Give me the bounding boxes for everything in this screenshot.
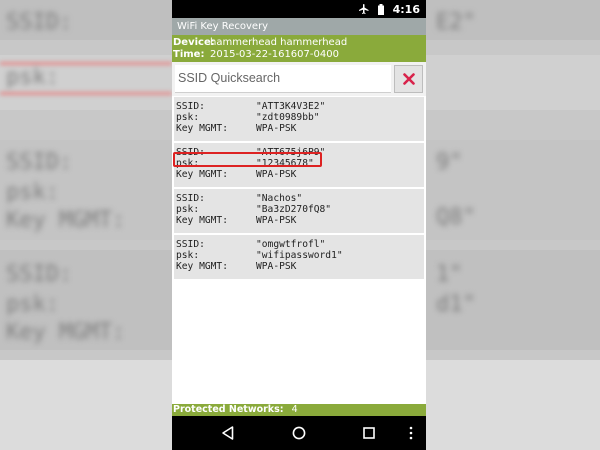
time-value: 2015-03-22-161607-0400 [210,49,339,60]
footer-label: Protected Networks: [173,404,284,415]
airplane-icon [358,4,369,14]
navigation-bar [172,416,426,450]
phone-screen: 4:16 WiFi Key Recovery Device: hammerhea… [172,0,426,450]
network-item[interactable]: SSID: "ATT675j6P9" psk: "12345678" Key MGM… [173,143,424,187]
psk-value: "wifipassword1" [256,250,343,261]
device-info-panel: Device: hammerhead hammerhead Time: 2015… [172,35,426,62]
key-mgmt-label: Key MGMT: [176,169,228,180]
ssid-label: SSID: [176,193,205,204]
ssid-label: SSID: [176,239,205,250]
key-mgmt-label: Key MGMT: [176,215,228,226]
overflow-menu-icon[interactable] [406,425,416,441]
psk-label: psk: [176,250,200,261]
device-label: Device: [173,37,215,48]
recents-icon[interactable] [361,425,377,441]
time-label: Time: [173,49,205,60]
key-mgmt-value: WPA-PSK [256,169,297,180]
app-title: WiFi Key Recovery [177,21,269,32]
psk-value: "Ba3zD270fQ8" [256,204,332,215]
psk-label: psk: [176,204,200,215]
home-icon[interactable] [291,425,307,441]
ssid-label: SSID: [176,101,205,112]
status-time: 4:16 [392,2,420,16]
close-icon [402,73,415,85]
device-value: hammerhead hammerhead [210,37,348,48]
network-item[interactable]: SSID: "Nachos" psk: "Ba3zD270fQ8" Key MGMT… [174,189,424,233]
key-mgmt-label: Key MGMT: [176,123,228,134]
ssid-search-input[interactable]: SSID Quicksearch [175,65,391,93]
key-mgmt-value: WPA-PSK [256,215,297,226]
network-item[interactable]: SSID: "ATT3K4V3E2" psk: "zdt0989bb" Key MG… [174,97,424,141]
search-bar: SSID Quicksearch [172,62,426,96]
back-icon[interactable] [220,425,236,441]
ssid-value: "ATT3K4V3E2" [256,101,326,112]
time-row: Time: 2015-03-22-161607-0400 [173,49,426,61]
key-mgmt-value: WPA-PSK [256,261,297,272]
protected-networks-footer: Protected Networks: 4 [172,404,426,416]
status-bar: 4:16 [172,0,426,18]
psk-label: psk: [176,112,200,123]
key-mgmt-label: Key MGMT: [176,261,228,272]
search-placeholder: SSID Quicksearch [178,71,281,85]
app-title-bar: WiFi Key Recovery [172,18,426,35]
network-item[interactable]: SSID: "omgwtfrofl" psk: "wifipassword1" Ke… [174,235,424,279]
device-row: Device: hammerhead hammerhead [173,37,426,49]
psk-highlight-box [173,152,322,167]
ssid-value: "omgwtfrofl" [256,239,326,250]
clear-search-button[interactable] [394,65,423,93]
key-mgmt-value: WPA-PSK [256,123,297,134]
protected-networks-count: 4 [291,404,298,415]
battery-icon [377,3,384,15]
network-list: SSID: "ATT3K4V3E2" psk: "zdt0989bb" Key MG… [173,97,424,281]
ssid-value: "Nachos" [256,193,303,204]
psk-value: "zdt0989bb" [256,112,320,123]
